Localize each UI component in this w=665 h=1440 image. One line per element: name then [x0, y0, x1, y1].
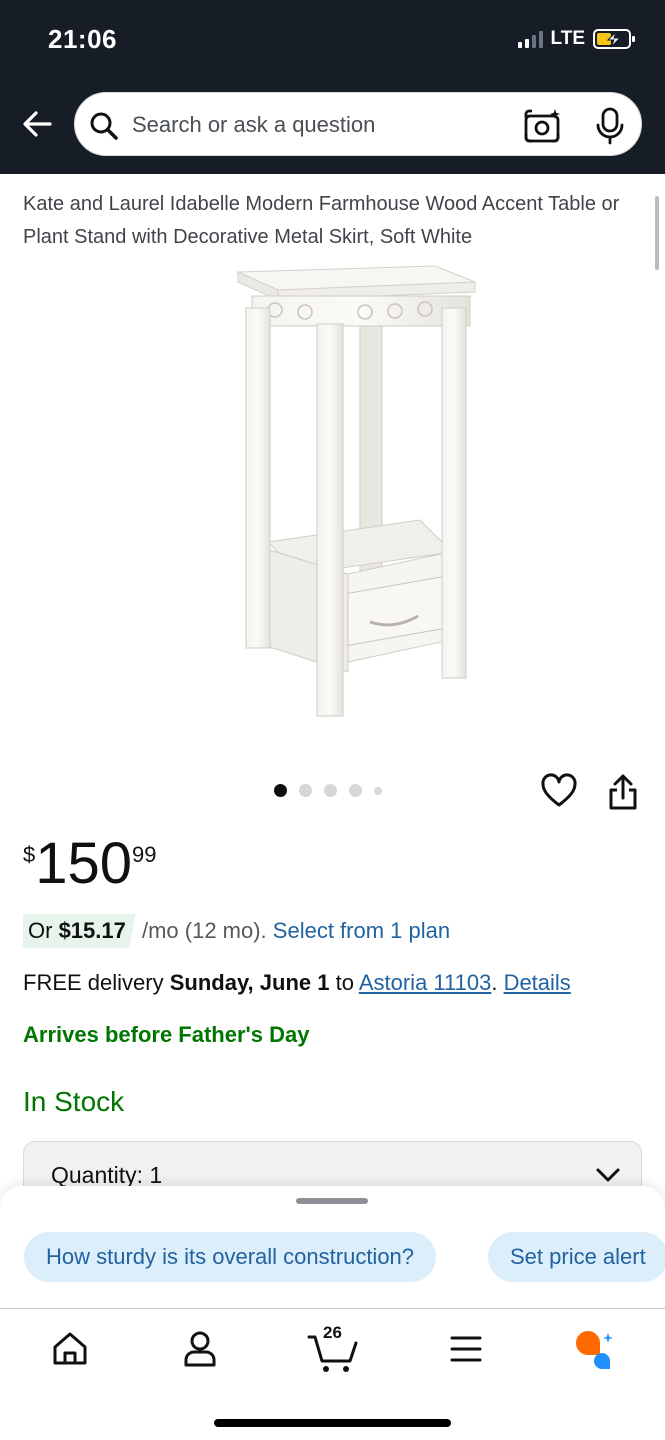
quantity-label: Quantity: 1 [51, 1162, 163, 1188]
product-image[interactable] [180, 252, 490, 732]
camera-search-icon[interactable] [522, 108, 562, 144]
price-symbol: $ [23, 842, 36, 867]
menu-icon[interactable] [444, 1327, 488, 1371]
price-whole: 150 [35, 831, 133, 896]
network-label: LTE [550, 28, 585, 49]
installment-prefix: Or [28, 918, 59, 943]
sheet-grabber[interactable] [296, 1198, 368, 1204]
delivery-sep: . [491, 970, 504, 995]
chevron-down-icon [596, 1168, 620, 1182]
installment-amount: $15.17 [58, 918, 126, 943]
carousel-dot[interactable] [324, 784, 337, 797]
carousel-dot[interactable] [299, 784, 312, 797]
microphone-icon[interactable] [592, 106, 628, 146]
cart-button[interactable]: 26 [306, 1323, 360, 1375]
product-price: $ 150 99 [23, 832, 157, 896]
search-icon [90, 112, 118, 140]
delivery-date: Sunday, June 1 [169, 970, 330, 995]
suggestions-sheet: How sturdy is its overall construction? … [0, 1186, 665, 1308]
arrives-message: Arrives before Father's Day [23, 1022, 310, 1047]
heart-icon[interactable] [540, 772, 578, 810]
delivery-location-link[interactable]: Astoria 11103 [359, 970, 492, 995]
share-icon[interactable] [604, 772, 642, 812]
bottom-nav: 26 [0, 1308, 665, 1440]
price-fraction: 99 [132, 842, 157, 867]
rufus-assistant-icon[interactable] [572, 1327, 616, 1371]
cart-count: 26 [323, 1323, 342, 1342]
search-header [0, 78, 665, 174]
carousel-dot[interactable] [374, 786, 382, 795]
delivery-prefix: FREE delivery [23, 970, 170, 995]
search-bar[interactable] [72, 90, 644, 158]
scroll-indicator [655, 196, 659, 270]
delivery-to: to [329, 970, 359, 995]
status-bar: 21:06 LTE [0, 0, 665, 78]
suggestion-chip-construction[interactable]: How sturdy is its overall construction? [24, 1232, 437, 1282]
select-plan-link[interactable]: Select from 1 plan [273, 918, 450, 943]
installment-highlight: Or $15.17 [23, 914, 136, 948]
image-carousel-dots[interactable] [274, 784, 382, 797]
delivery-info: FREE delivery Sunday, June 1 to Astoria … [23, 966, 571, 1000]
product-title[interactable]: Kate and Laurel Idabelle Modern Farmhous… [23, 188, 633, 254]
installment-offer: Or $15.17 /mo (12 mo). Select from 1 pla… [23, 914, 450, 948]
account-icon[interactable] [178, 1327, 222, 1371]
search-input[interactable] [132, 106, 492, 144]
status-indicators: LTE [517, 28, 637, 50]
installment-term: /mo (12 mo). [135, 918, 273, 943]
home-indicator [214, 1419, 451, 1427]
back-arrow-icon[interactable] [18, 104, 58, 144]
carousel-dot[interactable] [274, 784, 287, 797]
suggestion-chip-price-alert[interactable]: Set price alert [488, 1232, 665, 1282]
stock-status: In Stock [23, 1086, 125, 1117]
delivery-details-link[interactable]: Details [504, 970, 571, 995]
status-time: 21:06 [48, 24, 117, 54]
battery-icon [593, 29, 635, 49]
home-icon[interactable] [48, 1327, 92, 1371]
signal-icon [517, 30, 543, 48]
carousel-dot[interactable] [349, 784, 362, 797]
